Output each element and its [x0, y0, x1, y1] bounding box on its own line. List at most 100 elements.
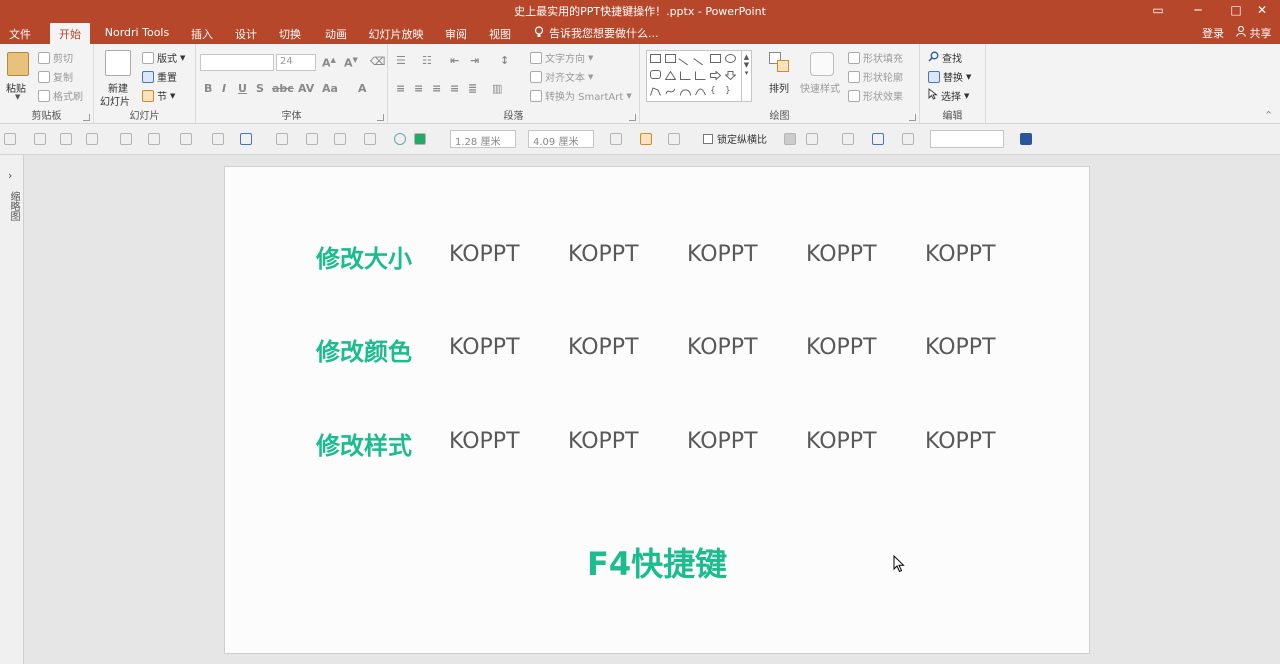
textbox-icon[interactable] [806, 133, 818, 145]
collapse-ribbon-icon[interactable]: ^ [1265, 110, 1272, 119]
right-arrow-shape-icon[interactable] [710, 70, 722, 81]
ungroup-icon[interactable] [334, 133, 346, 145]
gallery-more-icon[interactable]: ▲ ▼ ▾ [741, 51, 751, 101]
select-button[interactable]: 选择 ▼ [928, 88, 969, 103]
group-icon[interactable] [306, 133, 318, 145]
line-spacing-icon[interactable]: ↕ [500, 54, 509, 67]
lock-icon[interactable] [4, 133, 16, 145]
size-dialog-icon[interactable] [610, 133, 622, 145]
numbering-icon[interactable]: ☷ [422, 54, 432, 67]
tab-review[interactable]: 审阅 [440, 23, 472, 44]
text-box[interactable]: KOPPT [925, 335, 996, 360]
merge-shapes-icon[interactable] [86, 133, 98, 145]
tab-slideshow[interactable]: 幻灯片放映 [364, 23, 428, 44]
columns-icon[interactable]: ▥ [492, 82, 502, 95]
text-box[interactable]: KOPPT [925, 429, 996, 454]
row-label-style[interactable]: 修改样式 [316, 426, 412, 461]
rotate-icon[interactable] [872, 133, 884, 145]
circle-icon[interactable] [394, 133, 406, 145]
folder-icon[interactable] [640, 133, 652, 145]
tab-home[interactable]: 开始 [50, 23, 90, 44]
height-spinner[interactable]: 1.28 厘米 [450, 130, 516, 148]
font-color-icon[interactable]: A [358, 82, 367, 95]
text-box[interactable]: KOPPT [687, 242, 758, 267]
scribble-shape-icon[interactable] [665, 86, 676, 95]
new-slide-button[interactable]: 新建 幻灯片 [98, 50, 138, 108]
cut-button[interactable]: 剪切 [38, 50, 73, 65]
crop-icon[interactable] [148, 133, 160, 145]
text-box[interactable]: KOPPT [449, 242, 520, 267]
find-button[interactable]: 查找 [928, 50, 962, 65]
down-arrow-shape-icon[interactable] [724, 70, 737, 81]
paste-button[interactable]: 粘贴 ▼ [4, 50, 32, 102]
text-effects-icon[interactable] [180, 133, 192, 145]
font-size-combo[interactable]: 24 [276, 54, 316, 71]
rectangle-shape-icon[interactable] [710, 54, 721, 63]
shape-fill-button[interactable]: 形状填充 [848, 50, 903, 65]
text-direction-button[interactable]: 文字方向 ▼ [530, 50, 593, 65]
format-painter-button[interactable]: 格式刷 [38, 88, 83, 103]
align-left-icon[interactable]: ≡ [396, 82, 405, 95]
tab-nordri-tools[interactable]: Nordri Tools [98, 23, 176, 44]
clear-format-icon[interactable]: ⌫ [370, 55, 386, 68]
text-box[interactable]: KOPPT [449, 429, 520, 454]
layout-button[interactable]: 版式 ▼ [142, 50, 185, 65]
text-box[interactable]: KOPPT [568, 429, 639, 454]
text-box[interactable]: KOPPT [806, 335, 877, 360]
text-box[interactable]: KOPPT [806, 429, 877, 454]
rounded-rect-shape-icon[interactable] [650, 70, 661, 79]
char-spacing-icon[interactable]: AV [298, 82, 314, 95]
text-box[interactable]: KOPPT [925, 242, 996, 267]
shape-icon[interactable] [240, 133, 252, 145]
minimize-button[interactable]: ─ [1178, 0, 1218, 20]
shapes-gallery[interactable]: { } ▲ ▼ ▾ [646, 50, 752, 102]
edit-shape-icon[interactable] [668, 133, 680, 145]
tab-file[interactable]: 文件 [4, 23, 36, 44]
justify-icon[interactable]: ≡ [450, 82, 459, 95]
color-swatch-icon[interactable] [414, 133, 426, 145]
arc-shape-icon[interactable] [680, 86, 691, 96]
text-box[interactable]: KOPPT [687, 429, 758, 454]
share-button[interactable]: 共享 [1236, 25, 1272, 41]
bullets-icon[interactable]: ☰ [396, 54, 406, 67]
section-button[interactable]: 节 ▼ [142, 88, 175, 103]
reset-button[interactable]: 重置 [142, 69, 177, 84]
distribute-objects-icon[interactable] [60, 133, 72, 145]
link-icon[interactable] [1020, 133, 1032, 145]
drawing-launcher-icon[interactable] [909, 114, 916, 121]
distribute-icon[interactable]: ≣ [468, 82, 477, 95]
italic-icon[interactable]: I [222, 82, 226, 95]
row-label-size[interactable]: 修改大小 [316, 239, 412, 274]
line-shape-icon[interactable] [678, 51, 693, 66]
quick-styles-button[interactable]: 快速样式 [800, 50, 846, 106]
clipboard-launcher-icon[interactable] [83, 114, 90, 121]
smartart-button[interactable]: 转换为 SmartArt ▼ [530, 88, 632, 103]
left-brace-shape-icon[interactable]: { [710, 86, 721, 96]
login-link[interactable]: 登录 [1202, 25, 1224, 41]
lock-aspect-ratio[interactable]: 锁定纵横比 [703, 131, 767, 146]
font-launcher-icon[interactable] [377, 114, 384, 121]
ribbon-display-options-icon[interactable]: ▭ [1138, 0, 1178, 20]
arrange-button[interactable]: 排列 [766, 50, 796, 106]
align-right-icon[interactable]: ≡ [432, 82, 441, 95]
arrow-line-shape-icon[interactable] [693, 51, 708, 66]
vertical-textbox-shape-icon[interactable] [665, 54, 676, 63]
oval-shape-icon[interactable] [725, 54, 736, 63]
delete-icon[interactable] [784, 133, 796, 145]
underline-icon[interactable]: U [238, 82, 247, 95]
text-box[interactable]: KOPPT [687, 335, 758, 360]
triangle-shape-icon[interactable] [664, 70, 677, 80]
width-spinner[interactable]: 4.09 厘米 [528, 130, 594, 148]
textbox-shape-icon[interactable] [650, 54, 661, 63]
arrange-objects-icon[interactable] [842, 133, 854, 145]
close-button[interactable]: ✕ [1242, 0, 1280, 20]
elbow-connector-shape-icon[interactable] [680, 70, 691, 80]
shadow-icon[interactable]: S [256, 82, 264, 95]
curve-shape-icon[interactable] [695, 86, 706, 96]
slide-title[interactable]: F4快捷键 [587, 539, 727, 585]
bold-icon[interactable]: B [204, 82, 212, 95]
text-box[interactable]: KOPPT [568, 242, 639, 267]
font-name-combo[interactable] [200, 54, 274, 71]
grow-font-icon[interactable]: A▲ [322, 56, 336, 70]
fill-color-icon[interactable] [212, 133, 224, 145]
